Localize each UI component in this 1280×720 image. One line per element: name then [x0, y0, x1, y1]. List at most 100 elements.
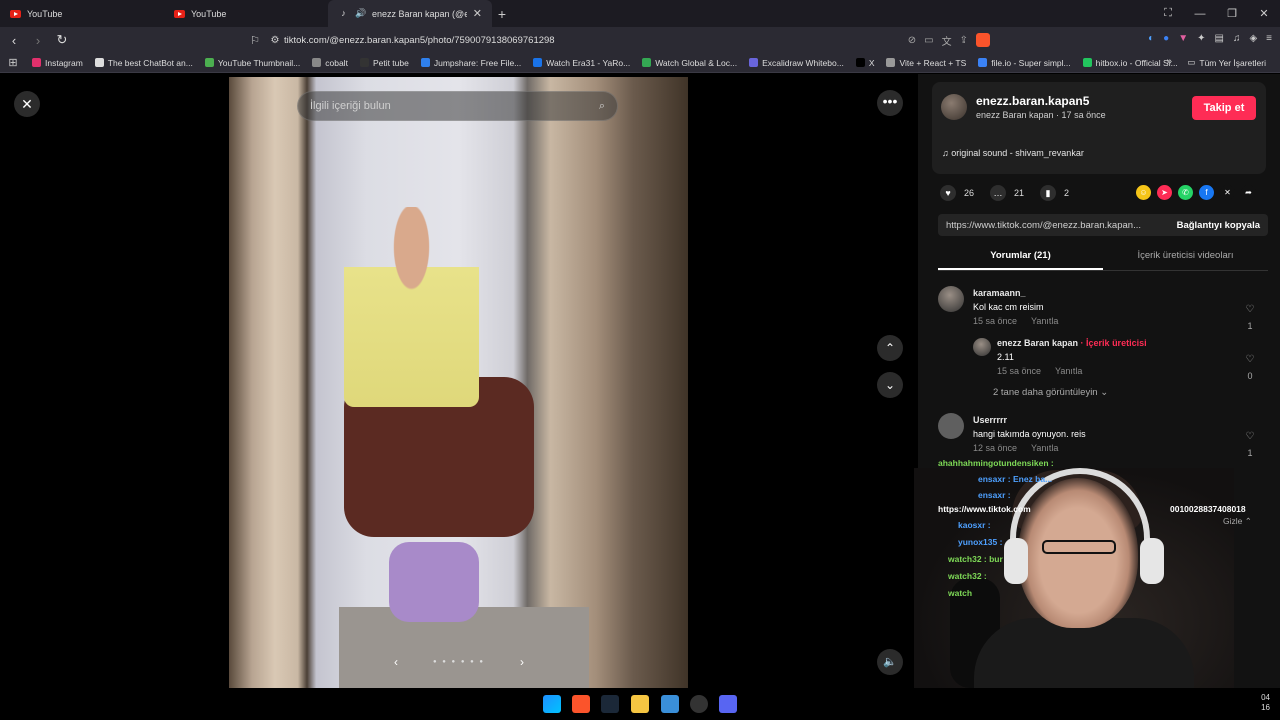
author-username[interactable]: enezz.baran.kapan5	[976, 94, 1089, 108]
avatar[interactable]	[973, 338, 991, 356]
extension-icon[interactable]: ◐	[1148, 33, 1154, 44]
bookmark-item[interactable]: Instagram	[26, 58, 89, 68]
chat-line: watch	[948, 588, 973, 598]
related-search-input[interactable]: İlgili içeriği bulun ⌕	[297, 91, 618, 121]
system-clock[interactable]: 04 16	[1261, 693, 1270, 713]
close-window-button[interactable]: ✕	[1248, 7, 1280, 20]
maximize-button[interactable]: ❐	[1216, 7, 1248, 20]
translate-icon[interactable]: 文	[942, 33, 952, 48]
facebook-icon[interactable]: f	[1199, 185, 1214, 200]
like-button[interactable]: ♥ 26	[940, 185, 974, 201]
carousel-dots[interactable]: ● ● ● ● ● ●	[433, 659, 485, 665]
youtube-icon	[174, 9, 185, 18]
screen-icon[interactable]: ▭	[924, 35, 933, 46]
sound-link[interactable]: ♫ original sound - shivam_revankar	[942, 148, 1084, 158]
bookmark-item[interactable]: cobalt	[306, 58, 354, 68]
cast-off-icon[interactable]: ⊘	[908, 35, 916, 46]
share-icon[interactable]: ⇪	[960, 35, 968, 46]
file-explorer-icon[interactable]	[631, 695, 649, 713]
rewards-icon[interactable]: ▼	[1178, 33, 1188, 44]
menu-icon[interactable]: ≡	[1266, 33, 1272, 44]
steam-icon[interactable]	[601, 695, 619, 713]
x-icon[interactable]: ✕	[1220, 185, 1235, 200]
photo-slippers	[389, 542, 479, 622]
carousel-next-button[interactable]: ›	[520, 655, 524, 669]
follow-button[interactable]: Takip et	[1192, 96, 1256, 120]
extensions-icon[interactable]: ⛶	[1152, 7, 1184, 20]
comment-username[interactable]: karamaann_	[973, 288, 1026, 298]
share-link-text[interactable]: https://www.tiktok.com/@enezz.baran.kapa…	[938, 220, 1169, 231]
close-viewer-button[interactable]: ✕	[14, 91, 40, 117]
browser-tab[interactable]: YouTube	[164, 0, 328, 27]
tab-comments[interactable]: Yorumlar (21)	[938, 246, 1103, 270]
bookmark-item[interactable]: Petit tube	[354, 58, 415, 68]
browser-tab-active[interactable]: ♪ 🔊 enezz Baran kapan (@enezz.b ✕	[328, 0, 492, 27]
hide-chat-button[interactable]: Gizle ⌃	[1223, 516, 1252, 527]
volume-button[interactable]: 🔈	[877, 649, 903, 675]
bookmark-item[interactable]: The best ChatBot an...	[89, 58, 199, 68]
comment-username[interactable]: enezz Baran kapan · İçerik üreticisi	[997, 338, 1147, 348]
bookmark-item[interactable]: X	[850, 58, 881, 68]
close-tab-icon[interactable]: ✕	[473, 7, 482, 20]
bookmark-item[interactable]: file.io - Super simpl...	[972, 58, 1076, 68]
music-icon[interactable]: ♫	[1233, 33, 1241, 44]
view-more-replies[interactable]: 2 tane daha görüntüleyin ⌄	[993, 387, 1108, 398]
previous-post-button[interactable]: ⌃	[877, 335, 903, 361]
avatar[interactable]	[938, 286, 964, 312]
clock-line: 04	[1261, 693, 1270, 702]
bookmark-item[interactable]: Watch Era31 - YaRo...	[527, 58, 636, 68]
bookmark-item[interactable]: YouTube Thumbnail...	[199, 58, 306, 68]
vpn-icon[interactable]: ●	[1163, 33, 1169, 44]
bookmark-item[interactable]: Watch Global & Loc...	[636, 58, 743, 68]
bookmark-item[interactable]: Vite + React + TS	[880, 58, 972, 68]
reply-button[interactable]: Yanıtla	[1031, 443, 1058, 453]
start-icon[interactable]	[543, 695, 561, 713]
share-arrow-icon[interactable]: ➦	[1241, 185, 1256, 200]
comment-like-button[interactable]: ♡ 1	[1243, 304, 1257, 331]
wallet-icon[interactable]: ◈	[1249, 33, 1257, 44]
discord-icon[interactable]	[719, 695, 737, 713]
new-tab-button[interactable]: +	[492, 6, 512, 22]
comment-text: Kol kac cm reisim	[973, 302, 1044, 312]
speaker-icon[interactable]: 🔊	[355, 8, 366, 19]
comment-username[interactable]: Userrrrr	[973, 415, 1007, 425]
save-button[interactable]: ▮ 2	[1040, 185, 1069, 201]
author-card: enezz.baran.kapan5 enezz Baran kapan · 1…	[932, 82, 1266, 174]
reply-button[interactable]: Yanıtla	[1031, 316, 1058, 326]
bookmark-item[interactable]: Jumpshare: Free File...	[415, 58, 527, 68]
avatar[interactable]	[938, 413, 964, 439]
back-icon[interactable]: ‹	[4, 33, 24, 48]
brave-shields-icon[interactable]	[976, 33, 990, 47]
sidebar-icon[interactable]: ▤	[1215, 33, 1224, 44]
comment-like-button[interactable]: ♡ 1	[1243, 431, 1257, 458]
bookmark-item[interactable]: Excalidraw Whitebo...	[743, 58, 850, 68]
send-icon[interactable]: ➤	[1157, 185, 1172, 200]
embed-icon[interactable]: ☺	[1136, 185, 1151, 200]
bookmarks-overflow[interactable]: »	[1166, 56, 1172, 67]
tab-creator-videos[interactable]: İçerik üreticisi videoları	[1103, 246, 1268, 270]
forward-icon[interactable]: ›	[28, 33, 48, 48]
site-settings-icon[interactable]: ⚙	[266, 35, 284, 46]
all-bookmarks[interactable]: ▭ Tüm Yer İşaretleri	[1181, 57, 1272, 68]
more-options-button[interactable]: •••	[877, 90, 903, 116]
apps-icon[interactable]: ⊞	[0, 56, 26, 69]
reply-button[interactable]: Yanıtla	[1055, 366, 1082, 376]
puzzle-icon[interactable]: ✦	[1197, 33, 1205, 44]
brave-browser-icon[interactable]	[572, 695, 590, 713]
obs-icon[interactable]	[690, 695, 708, 713]
minimize-button[interactable]: —	[1184, 8, 1216, 20]
photos-icon[interactable]	[661, 695, 679, 713]
browser-tab[interactable]: YouTube	[0, 0, 164, 27]
whatsapp-icon[interactable]: ✆	[1178, 185, 1193, 200]
photo-carousel-image[interactable]	[229, 77, 688, 688]
comment-like-button[interactable]: ♡ 0	[1243, 354, 1257, 381]
avatar[interactable]	[941, 94, 967, 120]
carousel-prev-button[interactable]: ‹	[394, 655, 398, 669]
comment-button[interactable]: … 21	[990, 185, 1024, 201]
address-bar[interactable]: ⚐ ⚙ tiktok.com/@enezz.baran.kapan5/photo…	[244, 30, 990, 50]
next-post-button[interactable]: ⌄	[877, 372, 903, 398]
bookmark-icon[interactable]: ⚐	[244, 34, 266, 47]
search-icon[interactable]: ⌕	[599, 100, 605, 113]
copy-link-button[interactable]: Bağlantıyı kopyala	[1169, 220, 1268, 231]
reload-icon[interactable]: ↻	[52, 32, 72, 48]
